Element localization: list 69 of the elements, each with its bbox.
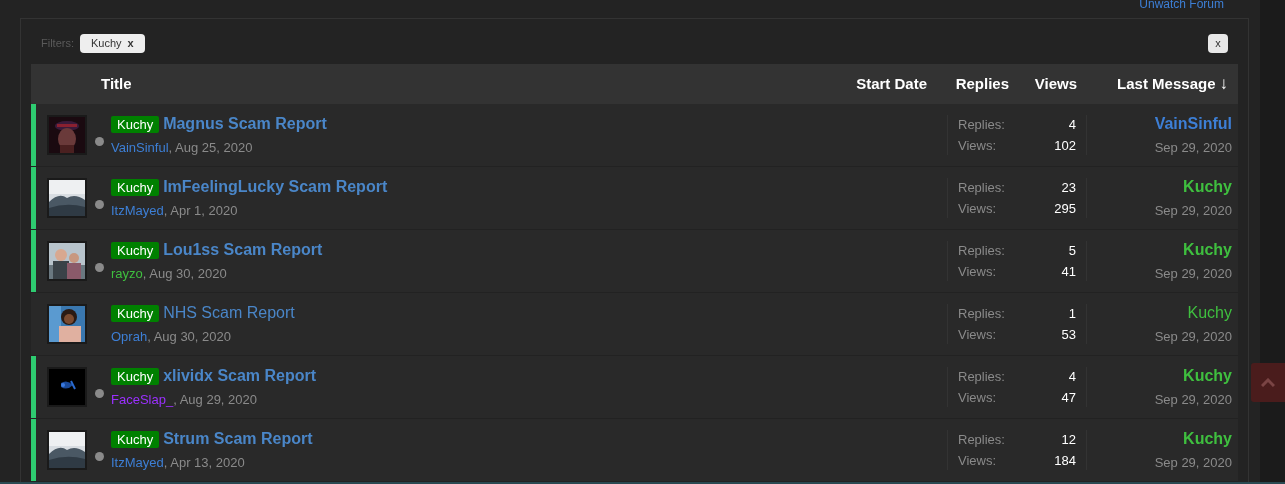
start-date: , Apr 1, 2020 bbox=[163, 202, 238, 221]
filter-chip[interactable]: Kuchy x bbox=[80, 33, 145, 53]
last-poster-link[interactable]: Kuchy bbox=[1183, 364, 1232, 389]
start-date: , Aug 25, 2020 bbox=[168, 139, 253, 158]
start-date: , Apr 13, 2020 bbox=[163, 454, 245, 473]
column-header[interactable]: Start Date bbox=[856, 72, 927, 96]
replies-label: Replies: bbox=[958, 179, 1005, 197]
thread-title-link[interactable]: Strum Scam Report bbox=[163, 427, 313, 452]
last-poster-link[interactable]: Kuchy bbox=[1183, 238, 1232, 263]
prefix-label[interactable]: Kuchy bbox=[111, 241, 160, 259]
prefix-label[interactable]: Kuchy bbox=[111, 367, 160, 385]
start-date: , Aug 30, 2020 bbox=[142, 265, 227, 284]
last-poster-link[interactable]: Kuchy bbox=[1187, 301, 1232, 326]
views-label: Views: bbox=[958, 262, 997, 281]
last-message-date: Sep 29, 2020 bbox=[1154, 391, 1232, 410]
views-label: Views: bbox=[958, 199, 997, 218]
last-message-date: Sep 29, 2020 bbox=[1154, 139, 1232, 158]
views-count: 47 bbox=[1061, 388, 1076, 407]
prefix-label[interactable]: Kuchy bbox=[111, 115, 160, 133]
replies-count: 5 bbox=[1068, 242, 1076, 260]
replies-label: Replies: bbox=[958, 305, 1005, 323]
replies-label: Replies: bbox=[958, 368, 1005, 386]
prefix-label[interactable]: Kuchy bbox=[111, 304, 160, 322]
replies-count: 23 bbox=[1061, 179, 1076, 197]
column-header[interactable]: Views bbox=[1034, 72, 1077, 96]
replies-label: Replies: bbox=[958, 242, 1005, 260]
last-poster-link[interactable]: VainSinful bbox=[1154, 112, 1232, 137]
sort-arrow-icon[interactable]: ↓ bbox=[1219, 71, 1228, 97]
views-count: 102 bbox=[1054, 136, 1076, 155]
thread-title-link[interactable]: Lou1ss Scam Report bbox=[163, 238, 323, 263]
start-date: , Aug 29, 2020 bbox=[173, 391, 257, 410]
last-message-date: Sep 29, 2020 bbox=[1154, 202, 1232, 221]
views-count: 184 bbox=[1054, 451, 1076, 470]
scroll-top-button[interactable] bbox=[1251, 363, 1285, 402]
last-message-date: Sep 29, 2020 bbox=[1154, 328, 1232, 347]
replies-label: Replies: bbox=[958, 116, 1005, 134]
last-message-date: Sep 29, 2020 bbox=[1154, 454, 1232, 473]
thread-title-link[interactable]: xlividx Scam Report bbox=[163, 364, 317, 389]
replies-label: Replies: bbox=[958, 431, 1005, 449]
views-label: Views: bbox=[958, 136, 997, 155]
chevron-up-icon bbox=[1261, 378, 1275, 387]
start-date: , Aug 30, 2020 bbox=[147, 328, 231, 347]
author-link[interactable]: rayzo bbox=[111, 264, 143, 284]
last-poster-link[interactable]: Kuchy bbox=[1183, 175, 1232, 200]
views-count: 295 bbox=[1054, 199, 1076, 218]
author-link[interactable]: ItzMayed bbox=[111, 201, 164, 221]
prefix-label[interactable]: Kuchy bbox=[111, 430, 160, 448]
views-count: 53 bbox=[1061, 325, 1076, 344]
last-message-date: Sep 29, 2020 bbox=[1154, 265, 1232, 284]
thread-title-link[interactable]: NHS Scam Report bbox=[163, 301, 295, 326]
replies-count: 1 bbox=[1068, 305, 1076, 323]
unwatch-forum-link[interactable]: Unwatch Forum bbox=[1139, 0, 1224, 12]
author-link[interactable]: ItzMayed bbox=[111, 453, 164, 473]
views-label: Views: bbox=[958, 325, 997, 344]
views-label: Views: bbox=[958, 451, 997, 470]
column-header[interactable]: Replies bbox=[955, 72, 1009, 96]
views-label: Views: bbox=[958, 388, 997, 407]
column-header[interactable]: Title bbox=[101, 72, 132, 96]
replies-count: 12 bbox=[1061, 431, 1076, 449]
replies-count: 4 bbox=[1068, 368, 1076, 386]
last-poster-link[interactable]: Kuchy bbox=[1183, 427, 1232, 452]
views-count: 41 bbox=[1061, 262, 1076, 281]
replies-count: 4 bbox=[1068, 116, 1076, 134]
thread-title-link[interactable]: Magnus Scam Report bbox=[163, 112, 327, 137]
author-link[interactable]: VainSinful bbox=[111, 138, 169, 158]
prefix-label[interactable]: Kuchy bbox=[111, 178, 160, 196]
clear-filters-button[interactable]: x bbox=[1208, 33, 1228, 53]
column-header[interactable]: Last Message bbox=[1117, 72, 1216, 96]
thread-title-link[interactable]: ImFeelingLucky Scam Report bbox=[163, 175, 388, 200]
